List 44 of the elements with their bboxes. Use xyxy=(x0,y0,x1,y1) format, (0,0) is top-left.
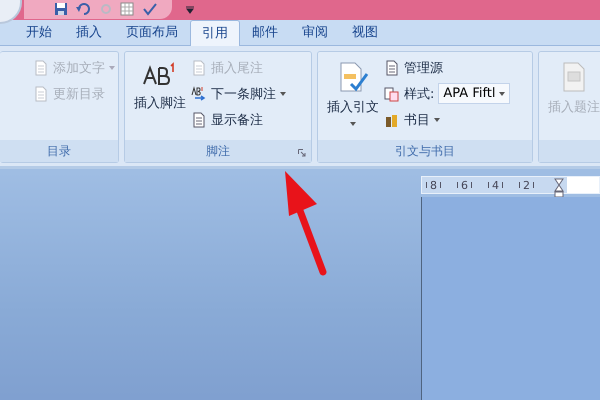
ribbon-button[interactable]: 显示备注 xyxy=(191,108,286,131)
ribbon-button[interactable]: 管理源 xyxy=(384,56,510,79)
page-icon xyxy=(33,60,49,76)
caret-icon xyxy=(434,118,440,122)
page-icon xyxy=(33,86,49,102)
page-icon xyxy=(191,60,207,76)
undo-icon[interactable] xyxy=(76,3,92,15)
page-icon xyxy=(191,112,207,128)
dialog-launcher-icon[interactable] xyxy=(298,149,306,157)
save-icon[interactable] xyxy=(54,2,68,16)
ribbon-tab[interactable]: 页面布局 xyxy=(114,19,190,45)
ribbon-button[interactable]: 下一条脚注 xyxy=(191,82,286,105)
ribbon-tab[interactable]: 审阅 xyxy=(290,19,340,45)
document-picture-icon xyxy=(561,62,587,92)
ribbon-tab[interactable]: 邮件 xyxy=(240,19,290,45)
large-ribbon-button[interactable]: 插入脚注 xyxy=(131,56,189,118)
caret-icon xyxy=(350,122,356,126)
footnote-icon xyxy=(143,62,177,88)
page-icon xyxy=(384,60,400,76)
style-icon xyxy=(384,86,400,102)
style-dropdown[interactable]: APA Fiftl xyxy=(438,83,510,104)
indent-marker-icon[interactable] xyxy=(554,178,564,198)
ruler-number: 6 xyxy=(461,178,468,192)
group-label: 引文与书目 xyxy=(395,142,455,160)
ruler-number: 8 xyxy=(430,178,437,192)
group-label: 目录 xyxy=(47,142,71,160)
ruler-number: 4 xyxy=(492,178,499,192)
ribbon-tab[interactable]: 插入 xyxy=(64,19,114,45)
caret-icon xyxy=(498,92,505,96)
group-label: 脚注 xyxy=(206,142,230,160)
style-label: 样式: xyxy=(404,86,434,102)
ribbon-tab[interactable]: 开始 xyxy=(14,19,64,45)
ribbon-tab[interactable]: 视图 xyxy=(340,19,390,45)
caret-icon xyxy=(280,92,286,96)
ribbon-tab[interactable]: 引用 xyxy=(190,20,240,46)
large-ribbon-button[interactable]: 插入引文 xyxy=(324,56,382,132)
caret-icon xyxy=(109,66,115,70)
ruler-number: 2 xyxy=(523,178,530,192)
spelling-check-icon[interactable] xyxy=(142,2,158,16)
next-footnote-icon xyxy=(191,86,207,102)
ruler-text-area xyxy=(567,177,599,193)
customize-caret-icon[interactable] xyxy=(186,6,194,14)
ribbon-button[interactable]: 书目 xyxy=(384,108,510,131)
table-icon[interactable] xyxy=(120,2,134,16)
